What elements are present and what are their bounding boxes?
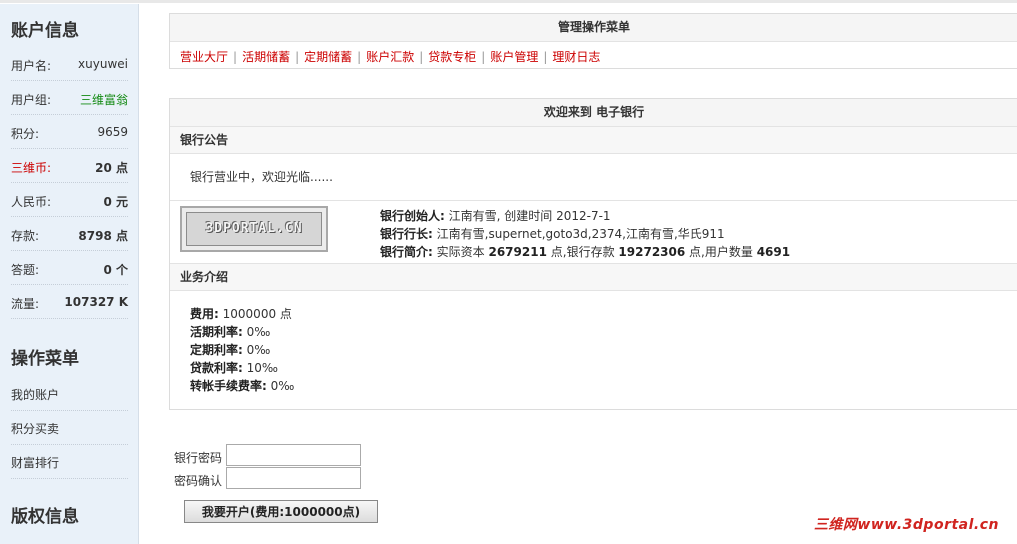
president-line: 银行行长: 江南有雪,supernet,goto3d,2374,江南有雪,华氏9… [380,225,725,242]
copyright-title: 版权信息 [11,507,79,527]
menu-link-fixed-savings[interactable]: 定期储蓄 [304,50,352,64]
fixed-rate-label: 定期利率: [190,343,243,357]
sidebar-item-my-account[interactable]: 我的账户 [11,376,128,411]
welcome-panel: 欢迎来到 电子银行 银行公告 银行营业中，欢迎光临...... 3DPORTAL… [169,98,1017,410]
menu-link-lobby[interactable]: 营业大厅 [180,50,228,64]
menu-link-finance-log[interactable]: 理财日志 [552,50,600,64]
current-rate-row: 活期利率: 0‰ [190,323,1017,341]
points-trade-link[interactable]: 积分买卖 [11,420,59,437]
manage-menu-title: 管理操作菜单 [170,14,1017,42]
menu-link-account-manage[interactable]: 账户管理 [490,50,538,64]
notice-text: 银行营业中，欢迎光临...... [170,154,1017,201]
menu-separator: | [295,50,300,64]
info-row-rmb: 人民币: 0 元 [11,182,128,217]
manage-menu-panel: 管理操作菜单 营业大厅 | 活期储蓄 | 定期储蓄 | 账户汇款 | 贷款专柜 | 账户管理 | 理财日… [169,13,1017,69]
summary-line: 银行简介: 实际资本 2679211 点,银行存款 19272306 点,用户数… [380,243,790,260]
capital-value: 2679211 [488,245,547,259]
manage-menu-links: 营业大厅 | 活期储蓄 | 定期储蓄 | 账户汇款 | 贷款专柜 | 账户管理 | 理财日志 [170,42,1017,70]
loan-rate-label: 贷款利率: [190,361,243,375]
top-border [0,0,1017,3]
sidebar-item-points-trade[interactable]: 积分买卖 [11,410,128,445]
info-row-deposit: 存款: 8798 点 [11,216,128,251]
answers-label: 答题: [11,263,40,277]
current-rate-value: 0‰ [246,325,271,339]
open-account-button[interactable]: 我要开户(费用:1000000点) [184,500,378,523]
summary-text-1: 实际资本 [436,245,485,259]
summary-text-3: 点,用户数量 [689,245,753,259]
bank-password-input[interactable] [226,444,361,466]
business-heading: 业务介绍 [170,264,1017,291]
sidebar-item-wealth-rank[interactable]: 财富排行 [11,444,128,479]
deposit-label: 存款: [11,229,40,243]
username-value: xuyuwei [78,57,128,71]
traffic-value: 107327 K [64,295,128,309]
info-row-traffic: 流量: 107327 K [11,284,128,319]
points-value: 9659 [97,125,128,139]
coins-label: 三维币: [11,161,52,175]
summary-text-2: 点,银行存款 [550,245,615,259]
username-label: 用户名: [11,59,52,73]
menu-link-current-savings[interactable]: 活期储蓄 [242,50,290,64]
loan-rate-value: 10‰ [246,361,279,375]
password-confirm-input[interactable] [226,467,361,489]
my-account-link[interactable]: 我的账户 [11,386,59,403]
info-row-usergroup: 用户组: 三维富翁 [11,80,128,115]
bank-info: 3DPORTAL.CN 银行创始人: 江南有雪, 创建时间 2012-7-1 银… [170,201,1017,264]
bank-password-label: 银行密码 [174,451,223,465]
info-row-answers: 答题: 0 个 [11,250,128,285]
fixed-rate-value: 0‰ [246,343,271,357]
usergroup-value: 三维富翁 [79,93,128,107]
business-intro: 费用: 1000000 点 活期利率: 0‰ 定期利率: 0‰ 贷款利率: 10… [170,291,1017,411]
info-row-username: 用户名: xuyuwei [11,46,128,81]
menu-separator: | [481,50,486,64]
menu-separator: | [357,50,362,64]
fee-value: 1000000 点 [222,307,292,321]
account-info-title: 账户信息 [11,21,79,41]
founder-value: 江南有雪, 创建时间 2012-7-1 [448,209,611,223]
wealth-rank-link[interactable]: 财富排行 [11,454,59,471]
info-row-3d-coins: 三维币: 20 点 [11,148,128,183]
info-row-points: 积分: 9659 [11,114,128,149]
transfer-fee-label: 转帐手续费率: [190,379,267,393]
fee-row: 费用: 1000000 点 [190,305,1017,323]
president-value: 江南有雪,supernet,goto3d,2374,江南有雪,华氏911 [436,227,725,241]
coins-value: 20 点 [95,161,128,175]
menu-separator: | [419,50,424,64]
password-confirm-label: 密码确认 [174,474,223,488]
fixed-rate-row: 定期利率: 0‰ [190,341,1017,359]
sidebar: 账户信息 用户名: xuyuwei 用户组: 三维富翁 积分: 9659 三维币… [0,4,139,544]
rmb-label: 人民币: [11,195,52,209]
loan-rate-row: 贷款利率: 10‰ [190,359,1017,377]
rmb-value: 0 元 [103,195,128,209]
menu-link-remittance[interactable]: 账户汇款 [366,50,414,64]
notice-heading: 银行公告 [170,127,1017,154]
bank-logo: 3DPORTAL.CN [180,206,328,252]
founder-label: 银行创始人: [380,209,445,223]
bank-logo-text: 3DPORTAL.CN [205,221,303,236]
answers-value: 0 个 [103,263,128,277]
traffic-label: 流量: [11,297,40,311]
menu-link-loans[interactable]: 贷款专柜 [428,50,476,64]
welcome-title: 欢迎来到 电子银行 [170,99,1017,127]
founder-line: 银行创始人: 江南有雪, 创建时间 2012-7-1 [380,207,611,224]
summary-label: 银行简介: [380,245,433,259]
user-count-value: 4691 [756,245,791,259]
deposit-value: 8798 点 [78,229,128,243]
president-label: 银行行长: [380,227,433,241]
transfer-fee-row: 转帐手续费率: 0‰ [190,377,1017,395]
transfer-fee-value: 0‰ [270,379,295,393]
current-rate-label: 活期利率: [190,325,243,339]
menu-separator: | [543,50,548,64]
operation-menu-title: 操作菜单 [11,349,79,369]
usergroup-label: 用户组: [11,93,52,107]
site-watermark: 三维网www.3dportal.cn [813,517,999,533]
menu-separator: | [233,50,238,64]
points-label: 积分: [11,127,40,141]
deposit-total-value: 19272306 [618,245,686,259]
fee-label: 费用: [190,307,219,321]
